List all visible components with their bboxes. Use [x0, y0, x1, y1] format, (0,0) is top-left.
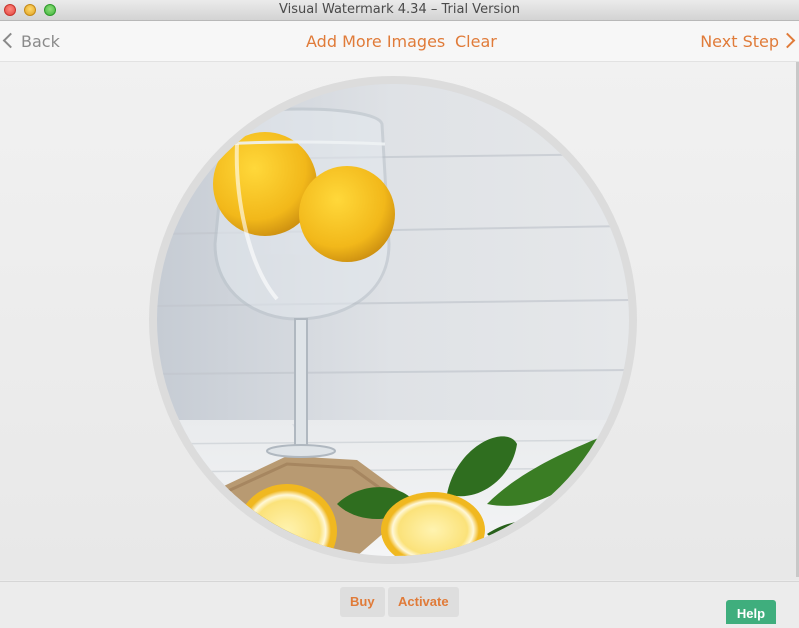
title-bar: Visual Watermark 4.34 – Trial Version	[0, 0, 799, 21]
next-step-label: Next Step	[700, 32, 779, 51]
image-thumbnail[interactable]	[157, 84, 629, 556]
activate-button[interactable]: Activate	[388, 587, 459, 617]
toolbar: Back Add More Images Clear Next Step	[0, 21, 799, 62]
lemon-glass-photo	[157, 84, 629, 556]
chevron-left-icon	[2, 32, 19, 49]
window-title: Visual Watermark 4.34 – Trial Version	[279, 2, 520, 17]
help-button[interactable]: Help	[726, 600, 776, 624]
back-label: Back	[21, 32, 60, 51]
clear-button[interactable]: Clear	[455, 32, 497, 51]
image-preview-area	[0, 62, 799, 580]
footer: Buy Activate Help	[0, 581, 799, 624]
buy-button[interactable]: Buy	[340, 587, 385, 617]
image-frame	[149, 76, 637, 564]
next-step-button[interactable]: Next Step	[700, 32, 796, 51]
back-button[interactable]: Back	[2, 32, 60, 51]
chevron-right-icon	[779, 32, 796, 49]
add-more-images-button[interactable]: Add More Images	[306, 32, 445, 51]
